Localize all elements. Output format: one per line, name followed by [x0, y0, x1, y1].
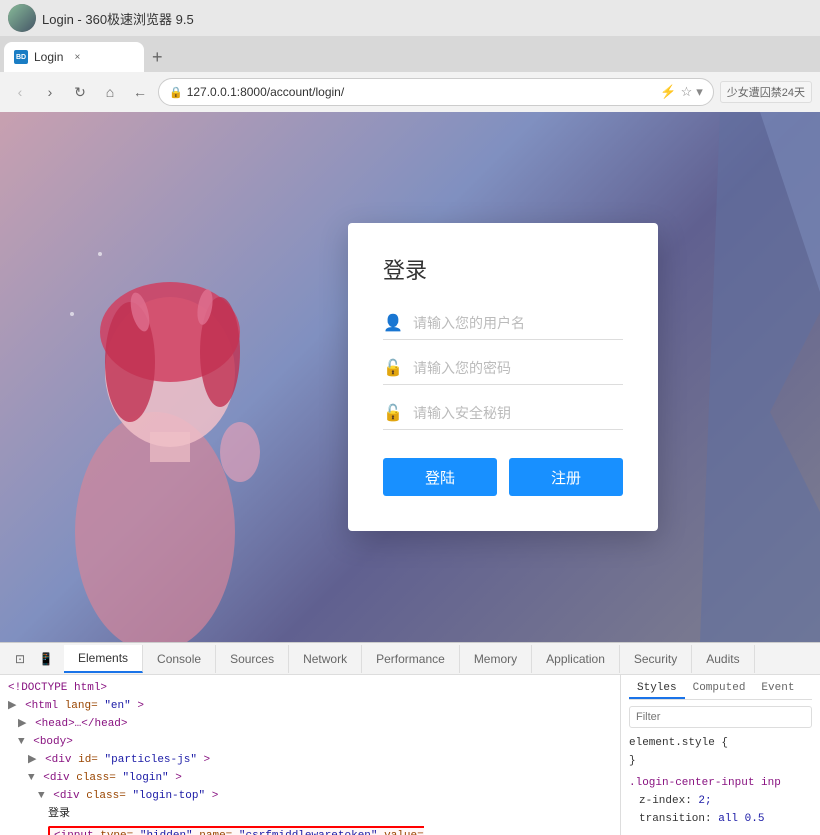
devtools-tab-sources[interactable]: Sources: [216, 645, 289, 673]
styles-tab-computed[interactable]: Computed: [685, 679, 754, 699]
button-row: 登陆 注册: [383, 458, 623, 496]
tab-bar: BD Login × +: [0, 36, 820, 72]
html-login-text: 登录: [8, 805, 612, 823]
address-bar: ‹ › ↻ ⌂ ← 🔒 127.0.0.1:8000/account/login…: [0, 72, 820, 112]
html-body: ▼ <body>: [8, 733, 612, 751]
tab-label: Login: [34, 50, 63, 64]
login-modal: 登录 👤 🔓 🔓 登陆 注册: [348, 223, 658, 531]
new-tab-button[interactable]: +: [144, 42, 171, 72]
devtools-tab-security[interactable]: Security: [620, 645, 692, 673]
styles-element-style-close: }: [629, 752, 812, 770]
dropdown-icon[interactable]: ▾: [696, 84, 703, 100]
url-bar[interactable]: 🔒 127.0.0.1:8000/account/login/ ⚡ ☆ ▾: [158, 78, 714, 106]
devtools-tab-network[interactable]: Network: [289, 645, 362, 673]
styles-prop1: z-index: 2;: [629, 792, 812, 810]
html-root: ▶ <html lang= "en" >: [8, 697, 612, 715]
devtools-tab-performance[interactable]: Performance: [362, 645, 460, 673]
styles-tab-event[interactable]: Event: [753, 679, 802, 699]
title-bar: Login - 360极速浏览器 9.5: [0, 0, 820, 36]
url-text: 127.0.0.1:8000/account/login/: [187, 85, 344, 99]
password-lock-icon: 🔓: [383, 358, 403, 378]
devtools-tab-memory[interactable]: Memory: [460, 645, 532, 673]
toolbar-right: 少女遭囚禁24天: [720, 81, 812, 103]
security-input-group: 🔓: [383, 403, 623, 430]
lightning-icon[interactable]: ⚡: [660, 84, 676, 100]
styles-tab-styles[interactable]: Styles: [629, 679, 685, 699]
styles-filter-input[interactable]: [629, 706, 812, 728]
styles-prop2: transition: all 0.5: [629, 810, 812, 828]
devtools-tab-elements[interactable]: Elements: [64, 645, 143, 673]
main-content: 登录 👤 🔓 🔓 登陆 注册: [0, 112, 820, 642]
elements-panel: <!DOCTYPE html> ▶ <html lang= "en" > ▶ <…: [0, 675, 620, 835]
browser-favicon: [8, 4, 36, 32]
styles-selector1: .login-center-input inp: [629, 774, 812, 792]
password-input-group: 🔓: [383, 358, 623, 385]
password-input[interactable]: [413, 360, 623, 376]
star-icon[interactable]: ☆: [681, 84, 693, 100]
devtools-content: <!DOCTYPE html> ▶ <html lang= "en" > ▶ <…: [0, 675, 820, 835]
devtools-toolbar: ⊡ 📱 Elements Console Sources Network Per…: [0, 643, 820, 675]
styles-element-style: element.style {: [629, 734, 812, 752]
register-button[interactable]: 注册: [509, 458, 623, 496]
login-button[interactable]: 登陆: [383, 458, 497, 496]
reload-button[interactable]: ↻: [68, 80, 92, 104]
devtools-tab-console[interactable]: Console: [143, 645, 216, 673]
tab-close-button[interactable]: ×: [69, 49, 85, 65]
devtools-tab-application[interactable]: Application: [532, 645, 620, 673]
home-button[interactable]: ⌂: [98, 80, 122, 104]
anime-character: [0, 112, 330, 642]
styles-tab-bar: Styles Computed Event: [629, 679, 812, 700]
window-title: Login - 360极速浏览器 9.5: [42, 9, 812, 28]
user-icon: 👤: [383, 313, 403, 333]
html-doctype: <!DOCTYPE html>: [8, 679, 612, 697]
security-lock-icon: 🔓: [383, 403, 403, 423]
username-input-group: 👤: [383, 313, 623, 340]
login-title: 登录: [383, 253, 623, 285]
devtools-inspect-icon[interactable]: ⊡: [8, 647, 32, 671]
html-csrf-input: <input type= "hidden" name= "csrfmiddlew…: [8, 827, 612, 835]
url-actions: ⚡ ☆ ▾: [660, 84, 702, 100]
promo-badge: 少女遭囚禁24天: [720, 81, 812, 103]
favicon-image: [8, 4, 36, 32]
lock-icon: 🔒: [169, 86, 183, 99]
html-login-div: ▼ <div class= "login" >: [8, 769, 612, 787]
tab-favicon: BD: [14, 50, 28, 64]
back-button[interactable]: ‹: [8, 80, 32, 104]
security-input[interactable]: [413, 405, 623, 421]
html-particles: ▶ <div id= "particles-js" >: [8, 751, 612, 769]
devtools-tab-audits[interactable]: Audits: [692, 645, 754, 673]
styles-panel: Styles Computed Event element.style { } …: [620, 675, 820, 835]
forward-button[interactable]: ›: [38, 80, 62, 104]
prev-button[interactable]: ←: [128, 80, 152, 104]
html-head: ▶ <head>…</head>: [8, 715, 612, 733]
html-login-top: ▼ <div class= "login-top" >: [8, 787, 612, 805]
username-input[interactable]: [413, 315, 623, 331]
devtools-mobile-icon[interactable]: 📱: [34, 647, 58, 671]
active-tab[interactable]: BD Login ×: [4, 42, 144, 72]
devtools-panel: ⊡ 📱 Elements Console Sources Network Per…: [0, 642, 820, 835]
